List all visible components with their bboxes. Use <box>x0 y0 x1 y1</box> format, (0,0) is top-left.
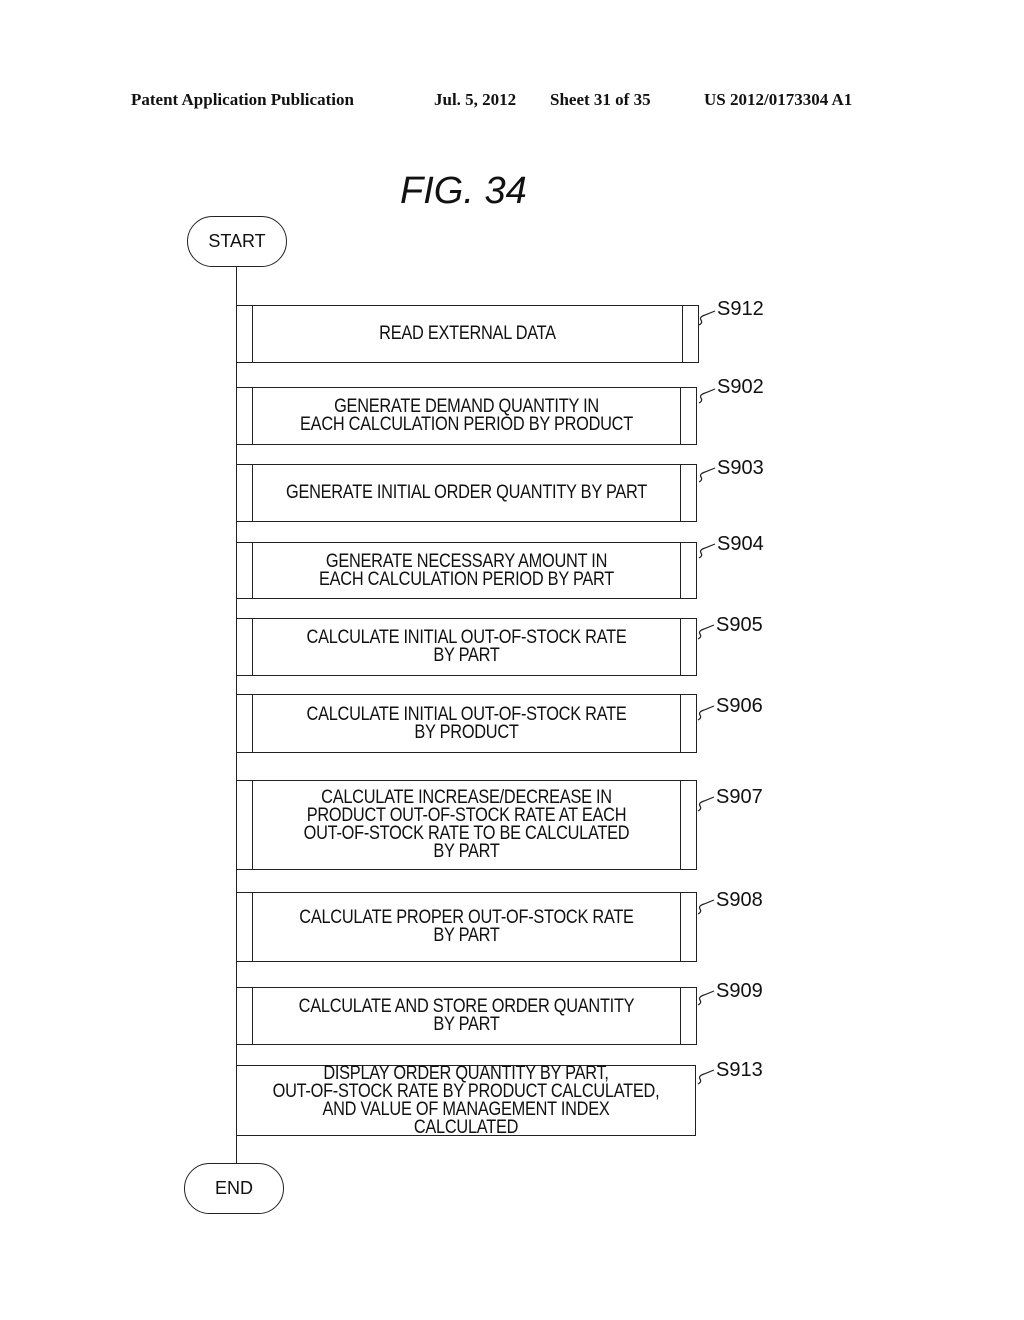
step-box-s903: GENERATE INITIAL ORDER QUANTITY BY PART <box>236 464 697 522</box>
publication-date: Jul. 5, 2012 <box>434 90 517 109</box>
start-terminal: START <box>187 216 287 267</box>
leader-line-icon <box>698 543 716 559</box>
step-label-s908: S908 <box>716 889 763 911</box>
leader-line-icon <box>698 310 716 326</box>
step-text: CALCULATE PROPER OUT-OF-STOCK RATE BY PA… <box>299 907 634 946</box>
step-text: DISPLAY ORDER QUANTITY BY PART, OUT-OF-S… <box>272 1062 660 1138</box>
step-box-s913: DISPLAY ORDER QUANTITY BY PART, OUT-OF-S… <box>236 1062 696 1138</box>
step-label-s906: S906 <box>716 695 763 717</box>
leader-line-icon <box>697 705 715 721</box>
step-box-s907: CALCULATE INCREASE/DECREASE IN PRODUCT O… <box>236 780 697 870</box>
step-box-s902: GENERATE DEMAND QUANTITY IN EACH CALCULA… <box>236 387 697 445</box>
patent-number: US 2012/0173304 A1 <box>704 90 853 109</box>
step-text: GENERATE NECESSARY AMOUNT IN EACH CALCUL… <box>319 550 614 590</box>
leader-line-icon <box>697 990 715 1006</box>
step-label-s903: S903 <box>717 457 764 479</box>
step-label-s909: S909 <box>716 980 763 1002</box>
leader-line-icon <box>697 796 715 812</box>
leader-line-icon <box>698 467 716 483</box>
leader-line-icon <box>698 388 716 404</box>
step-box-s905: CALCULATE INITIAL OUT-OF-STOCK RATE BY P… <box>236 618 697 676</box>
step-label-s905: S905 <box>716 614 763 636</box>
step-text: GENERATE INITIAL ORDER QUANTITY BY PART <box>285 482 647 503</box>
step-box-s906: CALCULATE INITIAL OUT-OF-STOCK RATE BY P… <box>236 694 697 753</box>
step-text: CALCULATE INITIAL OUT-OF-STOCK RATE BY P… <box>306 627 627 666</box>
step-text: READ EXTERNAL DATA <box>379 323 556 344</box>
end-terminal: END <box>184 1163 284 1214</box>
publication-type: Patent Application Publication <box>131 90 354 109</box>
leader-line-icon <box>697 624 715 640</box>
step-text: CALCULATE INITIAL OUT-OF-STOCK RATE BY P… <box>306 703 627 743</box>
leader-line-icon <box>697 1069 715 1085</box>
step-box-s908: CALCULATE PROPER OUT-OF-STOCK RATE BY PA… <box>236 892 697 962</box>
end-label: END <box>214 1178 253 1198</box>
step-label-s913: S913 <box>716 1059 763 1081</box>
step-box-s904: GENERATE NECESSARY AMOUNT IN EACH CALCUL… <box>236 542 697 599</box>
leader-line-icon <box>697 899 715 915</box>
step-label-s902: S902 <box>717 376 764 398</box>
step-label-s912: S912 <box>717 298 764 320</box>
step-label-s904: S904 <box>717 533 764 555</box>
step-box-s909: CALCULATE AND STORE ORDER QUANTITY BY PA… <box>236 987 697 1045</box>
step-text: GENERATE DEMAND QUANTITY IN EACH CALCULA… <box>300 396 633 435</box>
start-label: START <box>208 231 266 251</box>
step-box-s912: READ EXTERNAL DATA <box>236 305 699 363</box>
step-text: CALCULATE INCREASE/DECREASE IN PRODUCT O… <box>303 787 630 862</box>
sheet-number: Sheet 31 of 35 <box>550 90 651 109</box>
figure-title: FIG. 34 <box>400 170 527 212</box>
step-label-s907: S907 <box>716 786 763 808</box>
step-text: CALCULATE AND STORE ORDER QUANTITY BY PA… <box>298 996 635 1035</box>
